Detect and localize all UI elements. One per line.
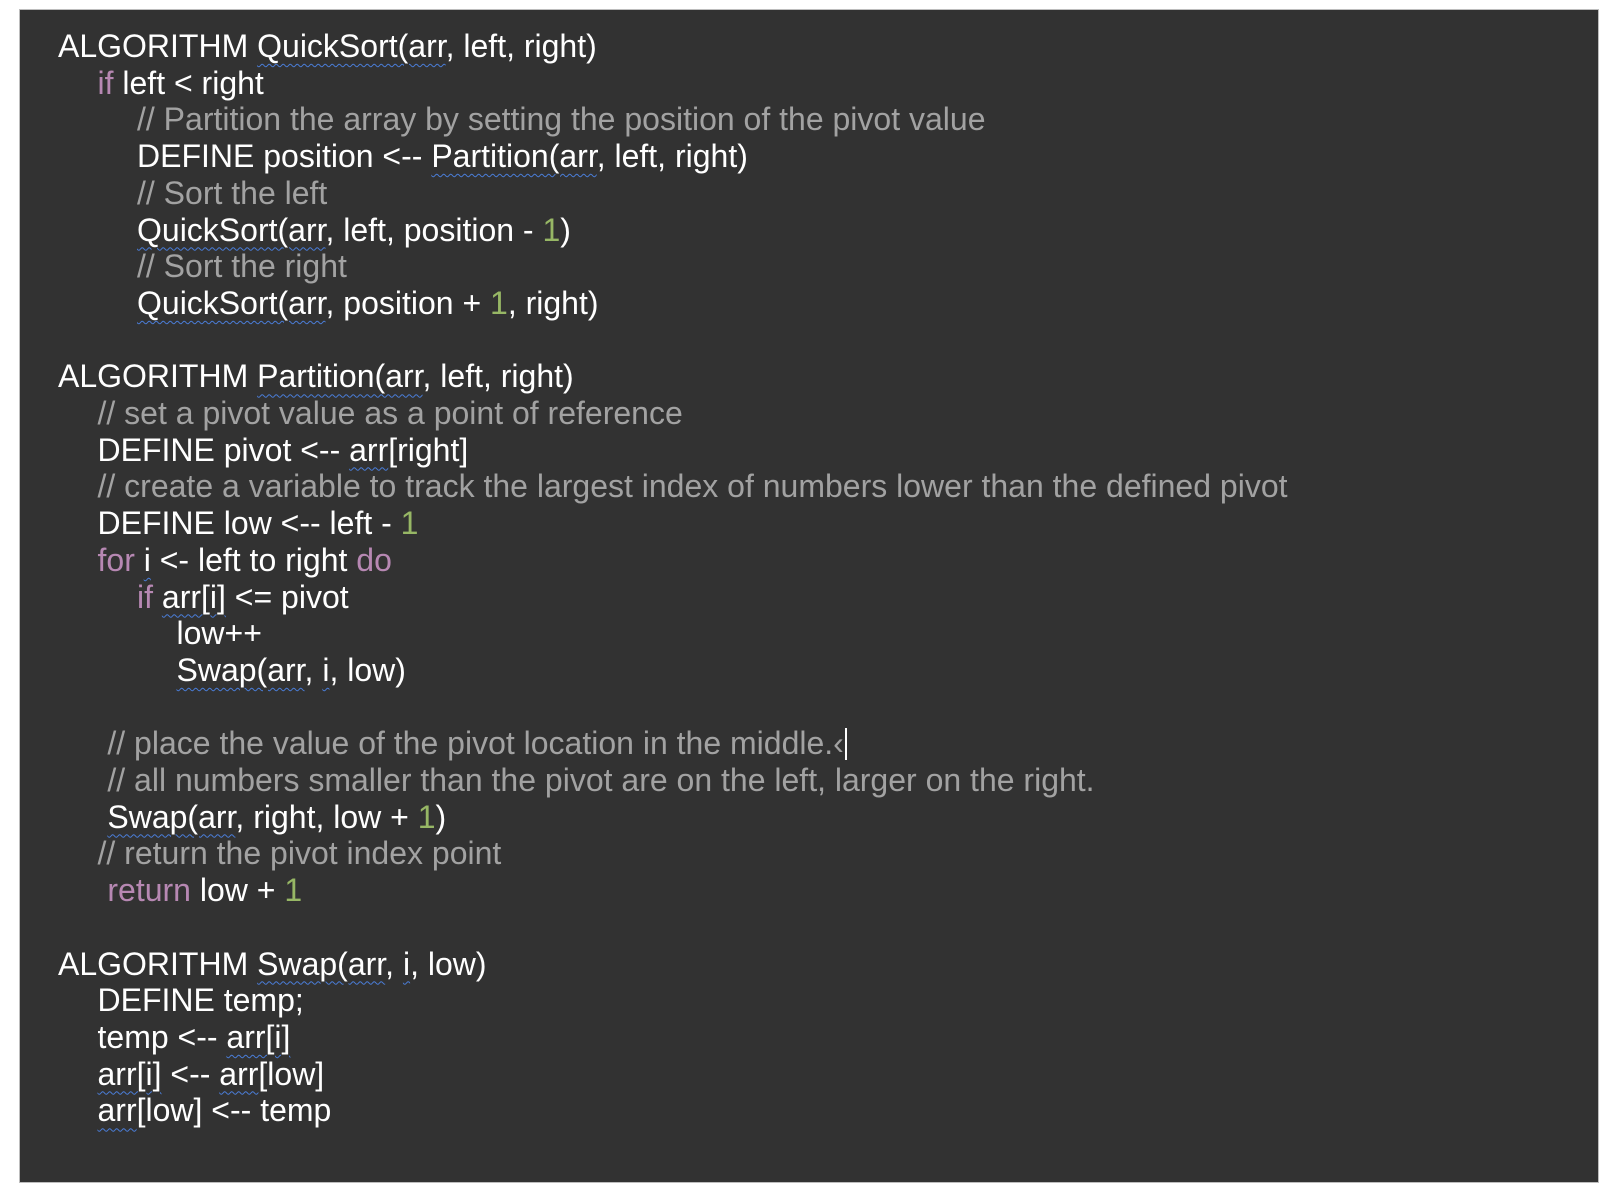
code-line: QuickSort(arr, position + 1, right) xyxy=(137,284,599,322)
comment-token: // create a variable to track the larges… xyxy=(97,468,1288,505)
spellcheck-token: arr[i] xyxy=(226,1018,291,1055)
comment-token: // Sort the left xyxy=(137,174,328,211)
code-token: , right, low + xyxy=(235,798,418,835)
code-line: if arr[i] <= pivot xyxy=(137,578,349,616)
code-line: arr[i] <-- arr[low] xyxy=(98,1055,325,1093)
code-line: ALGORITHM Swap(arr, i, low) xyxy=(58,945,487,983)
code-token: DEFINE low <-- left - xyxy=(97,505,401,542)
code-line: arr[low] <-- temp xyxy=(98,1091,332,1129)
code-line: Swap(arr, right, low + 1) xyxy=(107,798,446,836)
spellcheck-token: arr xyxy=(219,1055,259,1092)
code-token: left < right xyxy=(113,64,264,101)
spellcheck-token: arr[i] xyxy=(161,578,226,615)
spellcheck-token: arr[i] xyxy=(97,1055,162,1092)
code-line: // Sort the right xyxy=(137,247,347,285)
spellcheck-token: Swap(arr xyxy=(257,945,386,982)
comment-token: // Sort the right xyxy=(137,248,347,285)
comment-token: // set a pivot value as a point of refer… xyxy=(97,395,683,431)
code-token: temp <-- xyxy=(97,1018,227,1055)
code-token: [right] xyxy=(388,431,469,468)
code-line: // return the pivot index point xyxy=(98,834,502,872)
number-token: 1 xyxy=(284,872,303,909)
code-line: // Sort the left xyxy=(137,174,327,212)
code-token: DEFINE position <-- xyxy=(137,138,432,175)
spellcheck-token: QuickSort(arr xyxy=(137,211,326,248)
code-token: ALGORITHM xyxy=(58,358,258,395)
code-token: <= pivot xyxy=(225,578,349,615)
spellcheck-token: arr xyxy=(97,1092,137,1129)
code-line: DEFINE position <-- Partition(arr, left,… xyxy=(137,137,748,175)
spellcheck-token: Partition(arr xyxy=(257,358,423,395)
code-line: DEFINE temp; xyxy=(98,981,304,1019)
code-line: for i <- left to right do xyxy=(98,541,392,579)
code-line: ALGORITHM Partition(arr, left, right) xyxy=(58,357,574,395)
code-line: // create a variable to track the larges… xyxy=(98,467,1288,505)
keyword-token: for xyxy=(97,541,135,578)
code-token: low++ xyxy=(176,615,262,652)
code-token: , left, right) xyxy=(596,138,748,175)
code-line: DEFINE low <-- left - 1 xyxy=(98,504,419,542)
code-line: // Partition the array by setting the po… xyxy=(137,100,985,138)
code-line: return low + 1 xyxy=(107,871,302,909)
spellcheck-token: Swap(arr xyxy=(176,651,305,688)
number-token: 1 xyxy=(400,505,419,542)
spellcheck-token: QuickSort(arr xyxy=(257,28,446,64)
spellcheck-token: QuickSort(arr xyxy=(137,284,326,321)
comment-token: // all numbers smaller than the pivot ar… xyxy=(107,762,1095,798)
code-token: , left, right) xyxy=(422,358,574,395)
code-token: <-- xyxy=(161,1055,220,1092)
spellcheck-token: i xyxy=(402,945,411,982)
text-caret xyxy=(844,728,847,761)
number-token: 1 xyxy=(490,284,508,321)
code-line: // set a pivot value as a point of refer… xyxy=(98,394,683,432)
code-line: if left < right xyxy=(98,64,264,102)
code-token: low + xyxy=(190,872,285,909)
code-token: , position + xyxy=(325,284,491,321)
number-token: 1 xyxy=(542,211,561,248)
spellcheck-token: i xyxy=(143,541,151,578)
code-token: DEFINE temp; xyxy=(97,982,304,1019)
code-token: <- left to right xyxy=(150,541,357,578)
comment-token: // Partition the array by setting the po… xyxy=(137,101,986,138)
code-line: // place the value of the pivot location… xyxy=(107,724,847,762)
code-token: ALGORITHM xyxy=(58,945,258,982)
code-line: Swap(arr, i, low) xyxy=(177,651,406,689)
code-token: , low) xyxy=(410,945,487,982)
spellcheck-token: Swap(arr xyxy=(107,798,236,835)
code-token: , xyxy=(304,651,323,688)
code-token: [low] <-- temp xyxy=(136,1092,332,1129)
code-token: ) xyxy=(560,211,571,248)
code-line: // all numbers smaller than the pivot ar… xyxy=(107,761,1094,799)
keyword-token: if xyxy=(97,64,114,101)
code-token: , xyxy=(385,945,403,982)
code-editor[interactable]: ALGORITHM QuickSort(arr, left, right) if … xyxy=(19,9,1599,1183)
keyword-token: if xyxy=(137,578,153,615)
code-token: ALGORITHM xyxy=(58,28,258,64)
code-line: ALGORITHM QuickSort(arr, left, right) xyxy=(58,27,597,65)
code-token: , low) xyxy=(329,651,406,688)
code-token: ) xyxy=(435,798,447,835)
code-token: , left, position - xyxy=(325,211,543,248)
spellcheck-token: arr xyxy=(349,431,389,468)
code-token: , right) xyxy=(507,284,599,321)
keyword-token: return xyxy=(107,872,191,909)
comment-token: // place the value of the pivot location… xyxy=(107,725,844,762)
number-token: 1 xyxy=(417,798,436,835)
code-token: DEFINE pivot <-- xyxy=(97,431,350,468)
code-line: DEFINE pivot <-- arr[right] xyxy=(98,431,469,469)
comment-token: // return the pivot index point xyxy=(97,835,502,872)
code-line: low++ xyxy=(177,614,262,652)
code-token: [low] xyxy=(258,1055,325,1092)
code-line: QuickSort(arr, left, position - 1) xyxy=(137,211,571,249)
code-line: temp <-- arr[i] xyxy=(98,1018,291,1056)
code-token: , left, right) xyxy=(445,28,597,64)
spellcheck-token: Partition(arr xyxy=(431,138,597,175)
keyword-token: do xyxy=(356,541,392,578)
